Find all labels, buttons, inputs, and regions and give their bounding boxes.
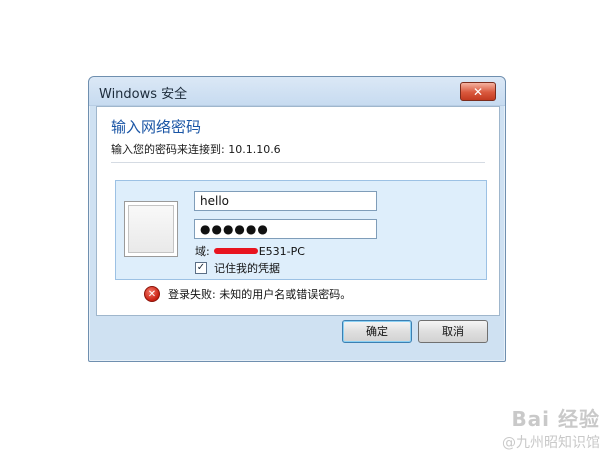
domain-value: E531-PC — [258, 244, 305, 258]
remember-label[interactable]: 记住我的凭据 — [214, 260, 280, 276]
close-icon: ✕ — [472, 84, 484, 99]
remember-credentials-row: ✓ 记住我的凭据 — [195, 260, 280, 276]
remember-checkbox[interactable]: ✓ — [195, 262, 207, 274]
ok-button[interactable]: 确定 — [342, 320, 412, 343]
cancel-button[interactable]: 取消 — [418, 320, 488, 343]
domain-label: 域: — [195, 245, 210, 258]
title-bar[interactable]: Windows 安全 ✕ — [89, 77, 505, 106]
credential-tile: hello ●●●●●● 域: E531-PC ✓ 记住我的凭据 — [115, 180, 487, 280]
watermark-author: @九州昭知识馆 — [502, 435, 600, 451]
close-button[interactable]: ✕ — [460, 82, 496, 101]
redaction-mark — [213, 248, 258, 254]
windows-security-dialog: Windows 安全 ✕ 输入网络密码 输入您的密码来连接到: 10.1.10.… — [88, 76, 506, 362]
error-icon: ✕ — [144, 286, 160, 302]
domain-row: 域: E531-PC — [195, 243, 305, 259]
dialog-heading: 输入网络密码 — [111, 118, 202, 136]
watermark-logo: Bai 经验 — [511, 407, 600, 431]
divider — [111, 162, 485, 163]
dialog-content: 输入网络密码 输入您的密码来连接到: 10.1.10.6 hello ●●●●●… — [96, 106, 500, 316]
password-input[interactable]: ●●●●●● — [194, 219, 377, 239]
watermark: Bai 经验 @九州昭知识馆 — [502, 403, 600, 452]
dialog-title: Windows 安全 — [99, 87, 188, 102]
username-input[interactable]: hello — [194, 191, 377, 211]
error-message: 登录失败: 未知的用户名或错误密码。 — [168, 288, 352, 301]
error-message-row: ✕ 登录失败: 未知的用户名或错误密码。 — [144, 286, 351, 302]
connect-target-text: 输入您的密码来连接到: 10.1.10.6 — [111, 143, 281, 156]
user-avatar — [124, 201, 178, 257]
